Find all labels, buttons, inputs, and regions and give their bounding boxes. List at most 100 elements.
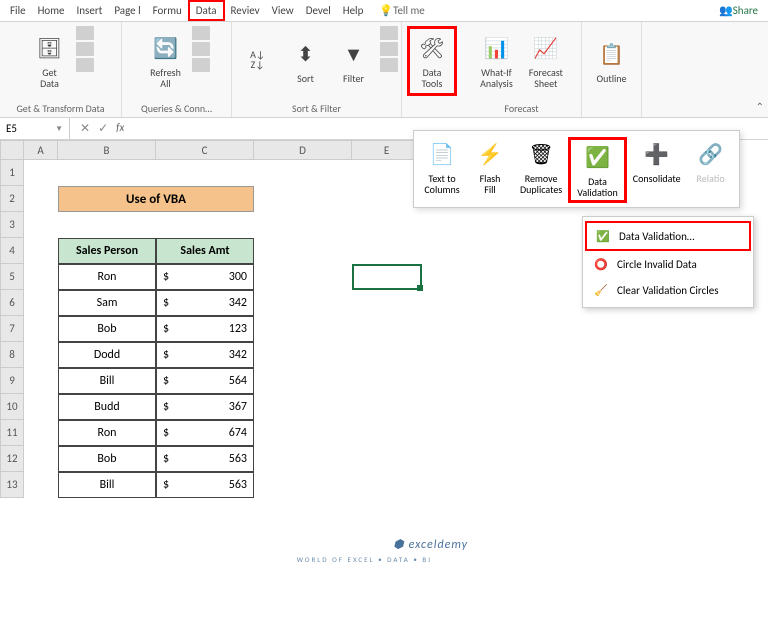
remove-duplicates-button[interactable]: 🗑Remove Duplicates — [514, 137, 568, 203]
outline-icon: 📋 — [596, 39, 628, 71]
ribbon: 🗄Get Data Get & Transform Data 🔄Refresh … — [0, 22, 768, 118]
flash-fill-button[interactable]: ⚡Flash Fill — [466, 137, 514, 203]
row-header[interactable]: 12 — [0, 446, 24, 472]
formula-buttons: ✕ ✓ fx — [70, 121, 134, 136]
flash-fill-icon: ⚡ — [474, 139, 506, 171]
table-cell-name[interactable]: Budd — [58, 394, 156, 420]
menu-clear-circles[interactable]: 🧹Clear Validation Circles — [585, 277, 751, 303]
circle-icon: ⭕ — [593, 256, 609, 272]
refresh-all-button[interactable]: 🔄Refresh All — [144, 26, 188, 96]
text-columns-icon: 📄 — [426, 139, 458, 171]
forecast-button[interactable]: 📈Forecast Sheet — [523, 26, 569, 96]
tab-help[interactable]: Help — [337, 2, 370, 19]
row-header[interactable]: 6 — [0, 290, 24, 316]
col-header[interactable]: A — [24, 140, 58, 160]
table-cell-amt[interactable]: $564 — [156, 368, 254, 394]
table-cell-name[interactable]: Bill — [58, 368, 156, 394]
text-to-columns-button[interactable]: 📄Text to Columns — [418, 137, 466, 203]
row-header[interactable]: 8 — [0, 342, 24, 368]
active-cell-selection[interactable] — [352, 264, 422, 290]
table-cell-name[interactable]: Sam — [58, 290, 156, 316]
tab-view[interactable]: View — [266, 2, 300, 19]
row-header[interactable]: 10 — [0, 394, 24, 420]
table-cell-amt[interactable]: $123 — [156, 316, 254, 342]
table-cell-amt[interactable]: $300 — [156, 264, 254, 290]
filter-mini[interactable] — [380, 26, 398, 72]
row-header[interactable]: 4 — [0, 238, 24, 264]
data-validation-icon: ✅ — [582, 142, 614, 174]
consolidate-button[interactable]: ➕Consolidate — [627, 137, 687, 203]
enter-icon[interactable]: ✓ — [98, 121, 108, 136]
row-header[interactable]: 13 — [0, 472, 24, 498]
sort-az-button[interactable]: A↓Z↓ — [236, 26, 280, 96]
tab-insert[interactable]: Insert — [71, 2, 109, 19]
sort-label: Sort — [297, 73, 314, 84]
sort-button[interactable]: ⬍Sort — [284, 26, 328, 96]
share-button[interactable]: 👥 Share — [719, 4, 758, 17]
title-cell[interactable]: Use of VBA — [58, 186, 254, 212]
consolidate-icon: ➕ — [641, 139, 673, 171]
col-header[interactable]: D — [254, 140, 352, 160]
header-sales-amt[interactable]: Sales Amt — [156, 238, 254, 264]
data-tools-button[interactable]: 🛠Data Tools — [407, 26, 457, 96]
table-cell-amt[interactable]: $563 — [156, 446, 254, 472]
whatif-icon: 📊 — [480, 33, 512, 65]
row-header[interactable]: 1 — [0, 160, 24, 186]
group-get-transform: Get & Transform Data — [16, 102, 104, 115]
collapse-ribbon-icon[interactable]: ⌃ — [756, 100, 764, 113]
get-data-label: Get Data — [40, 67, 59, 89]
tab-home[interactable]: Home — [32, 2, 71, 19]
menu-data-validation[interactable]: ✅Data Validation… — [585, 221, 751, 251]
row-header[interactable]: 3 — [0, 212, 24, 238]
relationships-button: 🔗Relatio — [687, 137, 735, 203]
row-header[interactable]: 9 — [0, 368, 24, 394]
tab-developer[interactable]: Devel — [300, 2, 337, 19]
row-header[interactable]: 2 — [0, 186, 24, 212]
tab-file[interactable]: File — [4, 2, 32, 19]
ribbon-tabs: File Home Insert Page l Formu Data Revie… — [0, 0, 768, 22]
whatif-button[interactable]: 📊What-If Analysis — [474, 26, 519, 96]
filter-button[interactable]: ▼Filter — [332, 26, 376, 96]
tab-pagelayout[interactable]: Page l — [108, 2, 146, 19]
group-queries: Queries & Conn… — [141, 102, 212, 115]
query-mini-buttons[interactable] — [76, 26, 94, 72]
table-cell-amt[interactable]: $342 — [156, 290, 254, 316]
col-header[interactable]: E — [352, 140, 422, 160]
menu-circle-invalid[interactable]: ⭕Circle Invalid Data — [585, 251, 751, 277]
tab-review[interactable]: Reviev — [225, 2, 266, 19]
row-header[interactable]: 5 — [0, 264, 24, 290]
table-cell-amt[interactable]: $367 — [156, 394, 254, 420]
remove-dup-icon: 🗑 — [525, 139, 557, 171]
header-sales-person[interactable]: Sales Person — [58, 238, 156, 264]
col-header[interactable]: C — [156, 140, 254, 160]
name-box[interactable]: E5▼ — [0, 118, 70, 139]
data-tools-popup: 📄Text to Columns ⚡Flash Fill 🗑Remove Dup… — [413, 130, 740, 208]
share-label: Share — [733, 4, 758, 17]
outline-button[interactable]: 📋Outline — [590, 26, 634, 96]
table-cell-name[interactable]: Bob — [58, 316, 156, 342]
table-cell-name[interactable]: Ron — [58, 420, 156, 446]
data-validation-button[interactable]: ✅Data Validation — [568, 137, 627, 203]
fx-icon[interactable]: fx — [116, 121, 124, 136]
table-cell-name[interactable]: Dodd — [58, 342, 156, 368]
tell-me-search[interactable]: 💡 Tell me — [379, 4, 424, 17]
col-header[interactable]: B — [58, 140, 156, 160]
row-header[interactable]: 11 — [0, 420, 24, 446]
conn-mini[interactable] — [192, 26, 210, 72]
get-data-button[interactable]: 🗄Get Data — [28, 26, 72, 96]
data-validation-menu: ✅Data Validation… ⭕Circle Invalid Data 🧹… — [582, 216, 754, 308]
table-cell-name[interactable]: Bill — [58, 472, 156, 498]
table-cell-amt[interactable]: $563 — [156, 472, 254, 498]
row-header[interactable]: 7 — [0, 316, 24, 342]
group-forecast: Forecast — [504, 102, 538, 115]
filter-label: Filter — [343, 73, 364, 84]
table-cell-name[interactable]: Ron — [58, 264, 156, 290]
select-all-corner[interactable] — [0, 140, 24, 160]
tab-formulas[interactable]: Formu — [147, 2, 188, 19]
table-cell-amt[interactable]: $674 — [156, 420, 254, 446]
table-cell-name[interactable]: Bob — [58, 446, 156, 472]
cancel-icon[interactable]: ✕ — [80, 121, 90, 136]
tab-data[interactable]: Data — [188, 0, 225, 21]
worksheet-grid[interactable]: 1 2 3 4 5 6 7 8 9 10 11 12 13 A B C D E … — [0, 140, 768, 620]
table-cell-amt[interactable]: $342 — [156, 342, 254, 368]
